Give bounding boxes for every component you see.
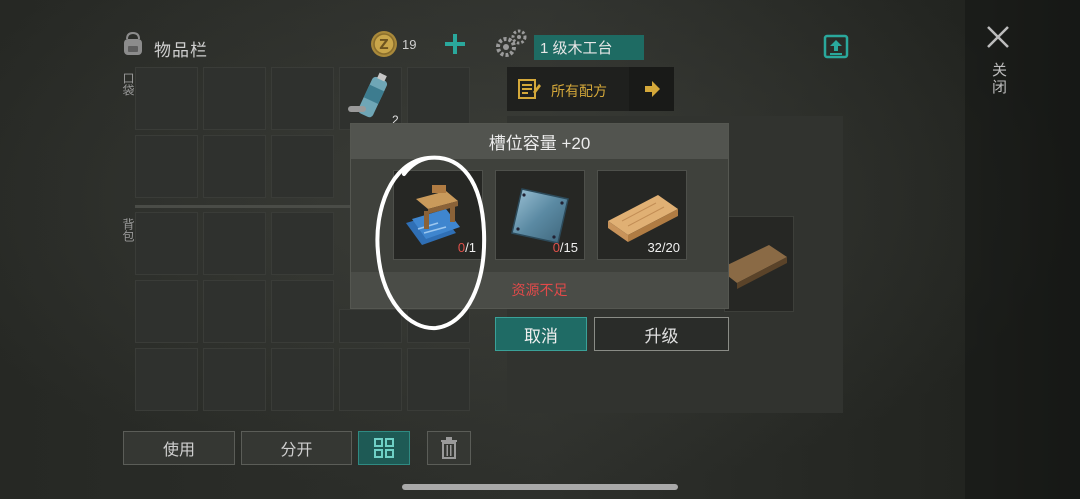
pocket-slot[interactable]	[203, 135, 266, 198]
coin-icon: Z	[370, 30, 398, 63]
recipe-book-icon	[517, 78, 541, 105]
upgrade-bench-button[interactable]	[823, 33, 849, 64]
arrow-right-icon	[644, 81, 660, 97]
inventory-title: 物品栏	[154, 41, 208, 60]
close-label[interactable]: 关闭	[988, 62, 1009, 96]
coin-count: 19	[402, 37, 417, 52]
pocket-slot[interactable]	[271, 135, 334, 198]
pocket-slot[interactable]	[203, 67, 266, 130]
add-coins-button[interactable]	[443, 32, 467, 61]
use-button[interactable]: 使用	[123, 431, 235, 465]
bench-preview-slot	[724, 216, 794, 312]
pocket-slot[interactable]	[407, 67, 470, 130]
sort-button[interactable]	[358, 431, 410, 465]
backpack-slot[interactable]	[203, 212, 266, 275]
upgrade-button[interactable]: 升级	[594, 317, 729, 351]
backpack-slot[interactable]	[135, 348, 198, 411]
pocket-slot[interactable]	[135, 67, 198, 130]
delete-button[interactable]	[427, 431, 471, 465]
split-button[interactable]: 分开	[241, 431, 352, 465]
cancel-button[interactable]: 取消	[495, 317, 587, 351]
backpack-slot[interactable]	[203, 348, 266, 411]
requirement-count: 0/15	[552, 240, 578, 255]
close-button[interactable]	[986, 25, 1010, 54]
backpack-icon	[119, 30, 147, 63]
all-recipes-label: 所有配方	[551, 83, 607, 99]
recipes-arrow-button[interactable]	[629, 67, 674, 111]
backpack-slot[interactable]	[339, 348, 402, 411]
requirement-slot-metal-sheet[interactable]: 0/15	[495, 170, 585, 260]
backpack-slot[interactable]	[271, 212, 334, 275]
requirement-slot-wooden-plank[interactable]: 32/20	[597, 170, 687, 260]
close-icon	[987, 26, 1009, 48]
requirement-count: 32/20	[647, 240, 680, 255]
gears-icon	[494, 28, 528, 65]
bench-level-label: 1 级木工台	[534, 35, 644, 60]
backpack-slot[interactable]	[407, 348, 470, 411]
wooden-plank-icon	[725, 245, 787, 289]
backpack-slot[interactable]	[203, 280, 266, 343]
annotation-circle	[375, 155, 487, 331]
backpack-slot[interactable]	[135, 280, 198, 343]
backpack-slot[interactable]	[271, 280, 334, 343]
pocket-slot[interactable]	[271, 67, 334, 130]
upload-icon	[823, 34, 849, 59]
backpack-slot[interactable]	[271, 348, 334, 411]
home-indicator[interactable]	[402, 484, 678, 490]
backpack-slot[interactable]	[135, 212, 198, 275]
pocket-slot[interactable]	[135, 135, 198, 198]
trash-icon	[441, 437, 457, 459]
right-strip	[965, 0, 1080, 499]
grid-icon	[374, 438, 394, 458]
svg-text:Z: Z	[379, 38, 388, 53]
